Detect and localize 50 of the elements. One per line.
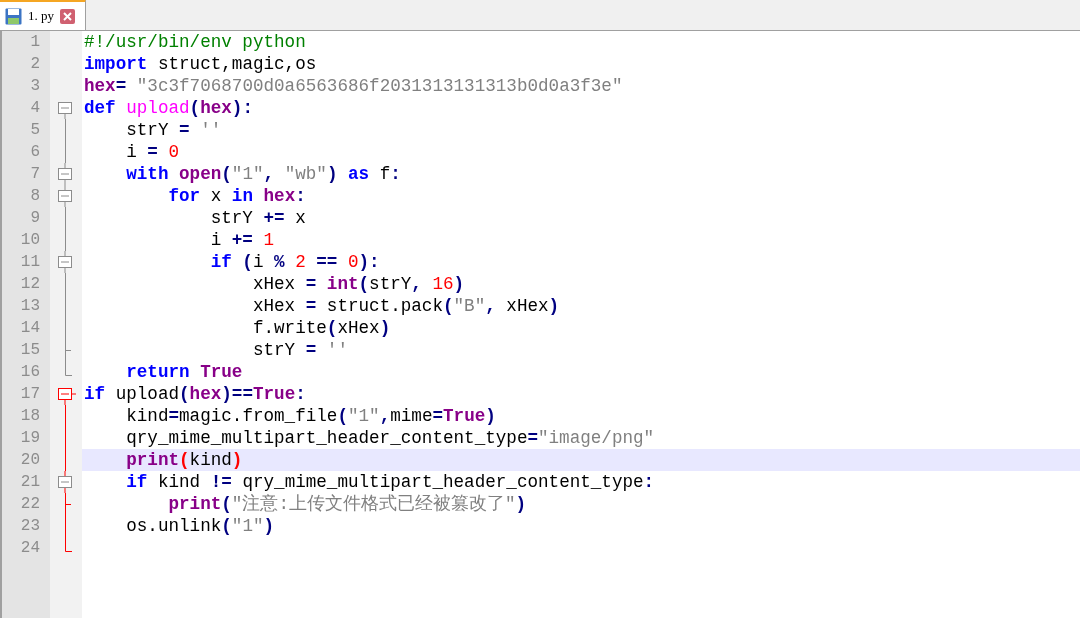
code-line: i += 1 bbox=[209, 229, 275, 251]
code-line: #!/usr/bin/env python bbox=[84, 31, 306, 53]
line-number: 1 bbox=[30, 32, 40, 53]
code-line: if kind != qry_mime_multipart_header_content_type: bbox=[125, 471, 655, 493]
line-number: 19 bbox=[20, 428, 40, 449]
code-line: xHex = int(strY, 16) bbox=[251, 273, 465, 295]
code-line: def upload(hex): bbox=[84, 97, 253, 119]
code-line: if (i % 2 == 0): bbox=[209, 251, 380, 273]
code-line: strY = '' bbox=[251, 339, 348, 361]
code-line: hex= "3c3f7068700d0a6563686f2031313131313b0d0a3f3e" bbox=[84, 75, 623, 97]
code-line: import struct,magic,os bbox=[84, 53, 317, 75]
file-tab[interactable]: 1. py bbox=[0, 0, 86, 30]
close-icon[interactable] bbox=[60, 8, 75, 24]
line-number: 14 bbox=[20, 318, 40, 339]
code-line: return True bbox=[125, 361, 243, 383]
line-number: 9 bbox=[30, 208, 40, 229]
line-number: 5 bbox=[30, 120, 40, 141]
line-number: 13 bbox=[20, 296, 40, 317]
code-line: i = 0 bbox=[125, 141, 180, 163]
line-number: 8 bbox=[30, 186, 40, 207]
line-number: 20 bbox=[20, 450, 40, 471]
line-number: 10 bbox=[20, 230, 40, 251]
code-line: if upload(hex)==True: bbox=[84, 383, 306, 405]
line-number: 24 bbox=[20, 538, 40, 559]
line-number: 18 bbox=[20, 406, 40, 427]
code-line: os.unlink("1") bbox=[125, 515, 275, 537]
line-number: 12 bbox=[20, 274, 40, 295]
code-line: strY = '' bbox=[125, 119, 222, 141]
line-number: 7 bbox=[30, 164, 40, 185]
line-number: 17 bbox=[20, 384, 40, 405]
code-line: kind=magic.from_file("1",mime=True) bbox=[125, 405, 496, 427]
code-line: with open("1", "wb") as f: bbox=[125, 163, 401, 185]
line-number: 4 bbox=[30, 98, 40, 119]
line-number: 2 bbox=[30, 54, 40, 75]
line-number: 15 bbox=[20, 340, 40, 361]
code-line: for x in hex: bbox=[167, 185, 306, 207]
line-number: 6 bbox=[30, 142, 40, 163]
line-number: 23 bbox=[20, 516, 40, 537]
line-number: 22 bbox=[20, 494, 40, 515]
line-number: 16 bbox=[20, 362, 40, 383]
code-line: qry_mime_multipart_header_content_type="image/png" bbox=[125, 427, 655, 449]
code-line: print("注意:上传文件格式已经被篡改了") bbox=[167, 493, 527, 515]
code-line: xHex = struct.pack("B", xHex) bbox=[251, 295, 560, 317]
line-number: 21 bbox=[20, 472, 40, 493]
tab-label: 1. py bbox=[28, 7, 54, 26]
code-line: strY += x bbox=[209, 207, 306, 229]
line-number: 11 bbox=[20, 252, 40, 273]
code-line: print(kind) bbox=[125, 449, 243, 471]
line-number: 3 bbox=[30, 76, 40, 97]
code-line: f.write(xHex) bbox=[251, 317, 391, 339]
